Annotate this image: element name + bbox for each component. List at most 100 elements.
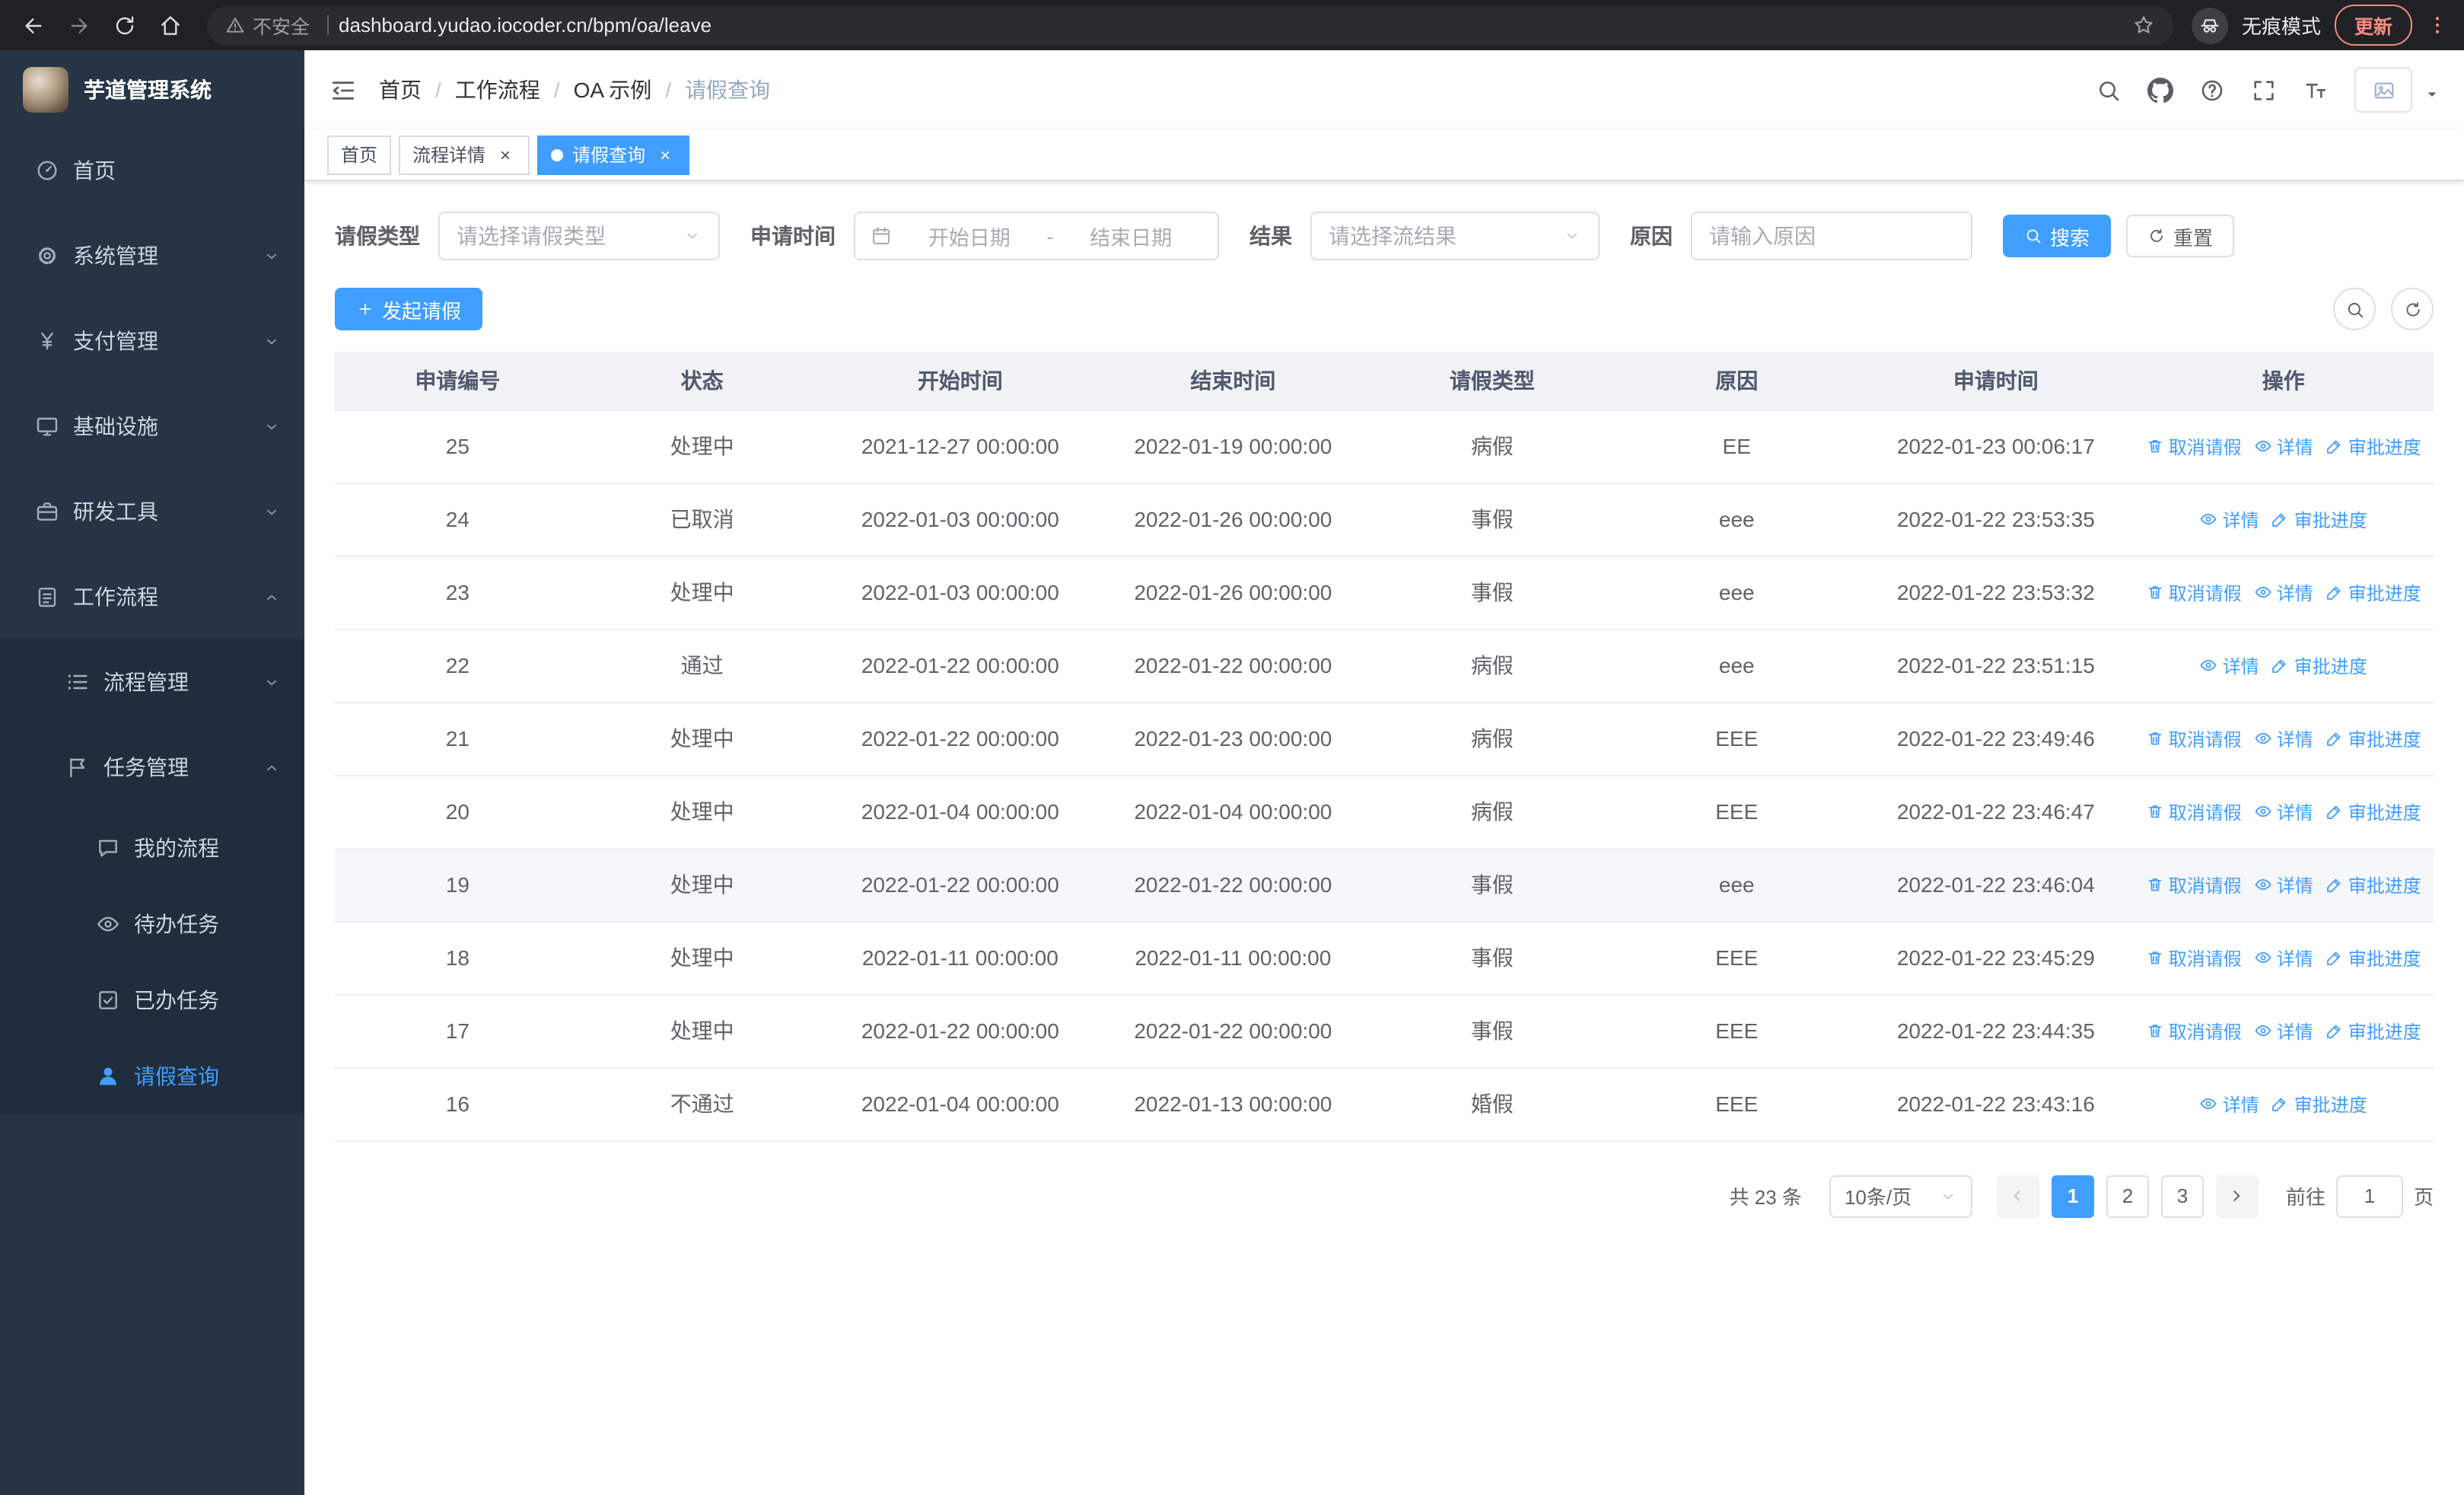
table-row[interactable]: 17 处理中 2022-01-22 00:00:00 2022-01-22 00:00…: [335, 994, 2434, 1068]
progress-action-link[interactable]: 审批进度: [2326, 945, 2421, 971]
next-page-button[interactable]: [2215, 1175, 2259, 1217]
breadcrumb-item[interactable]: 工作流程: [455, 75, 540, 105]
search-icon[interactable]: [2096, 77, 2122, 103]
table-row[interactable]: 18 处理中 2022-01-11 00:00:00 2022-01-11 00:00…: [335, 921, 2434, 995]
update-button[interactable]: 更新: [2334, 5, 2412, 46]
detail-action-link[interactable]: 详情: [2254, 725, 2313, 751]
progress-action-link[interactable]: 审批进度: [2326, 799, 2421, 824]
table-row[interactable]: 20 处理中 2022-01-04 00:00:00 2022-01-04 00:00…: [335, 775, 2434, 849]
pagination: 共 23 条 10条/页 123 前往 页: [335, 1175, 2434, 1217]
detail-action-link[interactable]: 详情: [2200, 1091, 2259, 1117]
prev-page-button[interactable]: [1996, 1175, 2039, 1217]
detail-action-link[interactable]: 详情: [2254, 945, 2313, 971]
cell-start-time: 2022-01-04 00:00:00: [823, 1067, 1097, 1141]
sidebar-item-payment[interactable]: 支付管理: [0, 298, 304, 384]
avatar[interactable]: [2354, 67, 2412, 113]
progress-action-link[interactable]: 审批进度: [2326, 725, 2421, 751]
fullscreen-icon[interactable]: [2251, 77, 2277, 103]
detail-action-link[interactable]: 详情: [2254, 433, 2313, 459]
progress-action-link[interactable]: 审批进度: [2271, 506, 2367, 532]
fontsize-icon[interactable]: [2303, 77, 2329, 103]
eye-icon: [2254, 437, 2272, 455]
sidebar-item-infrastructure[interactable]: 基础设施: [0, 384, 304, 469]
cancel-action-link[interactable]: 取消请假: [2146, 1018, 2242, 1044]
table-row[interactable]: 16 不通过 2022-01-04 00:00:00 2022-01-13 00:00…: [335, 1067, 2434, 1141]
breadcrumb-item[interactable]: OA 示例: [574, 75, 652, 105]
sidebar-item-process-mgmt[interactable]: 流程管理: [0, 639, 304, 725]
breadcrumb-item[interactable]: 请假查询: [685, 75, 770, 105]
table-row[interactable]: 23 处理中 2022-01-03 00:00:00 2022-01-26 00:00…: [335, 556, 2434, 630]
page-size-select[interactable]: 10条/页: [1829, 1175, 1972, 1217]
home-icon[interactable]: [149, 4, 192, 46]
page-button-3[interactable]: 3: [2160, 1175, 2204, 1217]
caret-down-icon[interactable]: [2424, 87, 2440, 102]
detail-action-link[interactable]: 详情: [2254, 579, 2313, 605]
cancel-action-link[interactable]: 取消请假: [2146, 799, 2242, 824]
reset-button[interactable]: 重置: [2126, 215, 2235, 257]
sidebar-item-task-mgmt[interactable]: 任务管理: [0, 725, 304, 810]
table-row[interactable]: 24 已取消 2022-01-03 00:00:00 2022-01-26 00:00…: [335, 483, 2434, 556]
breadcrumb-item[interactable]: 首页: [379, 75, 422, 105]
progress-action-link[interactable]: 审批进度: [2326, 433, 2421, 459]
sidebar-item-workflow[interactable]: 工作流程: [0, 554, 304, 639]
github-icon[interactable]: [2147, 77, 2173, 103]
create-leave-button[interactable]: 发起请假: [335, 288, 483, 330]
refresh-table-button[interactable]: [2391, 288, 2434, 330]
page-button-2[interactable]: 2: [2106, 1175, 2149, 1217]
cancel-action-link[interactable]: 取消请假: [2146, 433, 2242, 459]
bookmark-star-icon[interactable]: [2132, 14, 2155, 37]
address-bar[interactable]: 不安全 dashboard.yudao.iocoder.cn/bpm/oa/le…: [207, 5, 2173, 45]
detail-action-link[interactable]: 详情: [2254, 1018, 2313, 1044]
browser-menu-icon[interactable]: [2426, 14, 2449, 37]
leave-type-select[interactable]: 请选择请假类型: [438, 212, 720, 260]
collapse-sidebar-icon[interactable]: [329, 75, 358, 104]
progress-action-link[interactable]: 审批进度: [2326, 579, 2421, 605]
search-button[interactable]: 搜索: [2003, 215, 2112, 257]
toggle-search-button[interactable]: [2333, 288, 2376, 330]
reason-input[interactable]: [1691, 212, 1972, 260]
progress-action-link[interactable]: 审批进度: [2326, 1018, 2421, 1044]
question-icon[interactable]: [2199, 77, 2225, 103]
sidebar-item-my-process[interactable]: 我的流程: [0, 810, 304, 886]
apply-time-range-picker[interactable]: 开始日期 - 结束日期: [854, 212, 1219, 260]
reload-icon[interactable]: [103, 4, 146, 46]
cancel-action-link[interactable]: 取消请假: [2146, 945, 2242, 971]
table-row[interactable]: 19 处理中 2022-01-22 00:00:00 2022-01-22 00:00…: [335, 848, 2434, 922]
detail-action-link[interactable]: 详情: [2254, 872, 2313, 897]
goto-page-input[interactable]: [2335, 1175, 2403, 1217]
detail-action-link[interactable]: 详情: [2200, 652, 2259, 678]
progress-action-link[interactable]: 审批进度: [2326, 872, 2421, 897]
eye-icon: [2254, 875, 2272, 894]
cancel-action-link[interactable]: 取消请假: [2146, 872, 2242, 897]
sidebar-item-system[interactable]: 系统管理: [0, 213, 304, 298]
page-button-1[interactable]: 1: [2051, 1175, 2094, 1217]
edit-icon: [2326, 583, 2344, 601]
sidebar-item-dev-tools[interactable]: 研发工具: [0, 469, 304, 554]
security-warning-label[interactable]: 不安全: [253, 11, 310, 40]
sidebar-item-home[interactable]: 首页: [0, 128, 304, 213]
result-select[interactable]: 请选择流结果: [1310, 212, 1600, 260]
sidebar-item-done-tasks[interactable]: 已办任务: [0, 962, 304, 1038]
back-icon[interactable]: [12, 4, 55, 46]
tab-home[interactable]: 首页: [327, 135, 392, 174]
tab-process-detail[interactable]: 流程详情 ×: [399, 135, 530, 174]
sidebar-item-label: 首页: [73, 158, 116, 183]
sidebar-item-todo-tasks[interactable]: 待办任务: [0, 886, 304, 962]
detail-action-link[interactable]: 详情: [2200, 506, 2259, 532]
close-icon[interactable]: ×: [654, 144, 676, 165]
progress-action-link[interactable]: 审批进度: [2271, 652, 2367, 678]
detail-action-link[interactable]: 详情: [2254, 799, 2313, 824]
app-logo[interactable]: 芋道管理系统: [0, 50, 304, 128]
table-row[interactable]: 22 通过 2022-01-22 00:00:00 2022-01-22 00:00:…: [335, 629, 2434, 703]
cancel-action-link[interactable]: 取消请假: [2146, 725, 2242, 751]
cell-actions: 取消请假 详情 审批进度: [2133, 848, 2434, 922]
forward-icon[interactable]: [58, 4, 100, 46]
sidebar-item-leave-query[interactable]: 请假查询: [0, 1038, 304, 1114]
progress-action-link[interactable]: 审批进度: [2271, 1091, 2367, 1117]
table-row[interactable]: 25 处理中 2021-12-27 00:00:00 2022-01-19 00:00…: [335, 410, 2434, 483]
tab-leave-query[interactable]: 请假查询 ×: [537, 135, 690, 174]
table-row[interactable]: 21 处理中 2022-01-22 00:00:00 2022-01-23 00:00…: [335, 702, 2434, 776]
close-icon[interactable]: ×: [495, 144, 516, 165]
cell-reason: EEE: [1615, 1067, 1859, 1141]
cancel-action-link[interactable]: 取消请假: [2146, 579, 2242, 605]
